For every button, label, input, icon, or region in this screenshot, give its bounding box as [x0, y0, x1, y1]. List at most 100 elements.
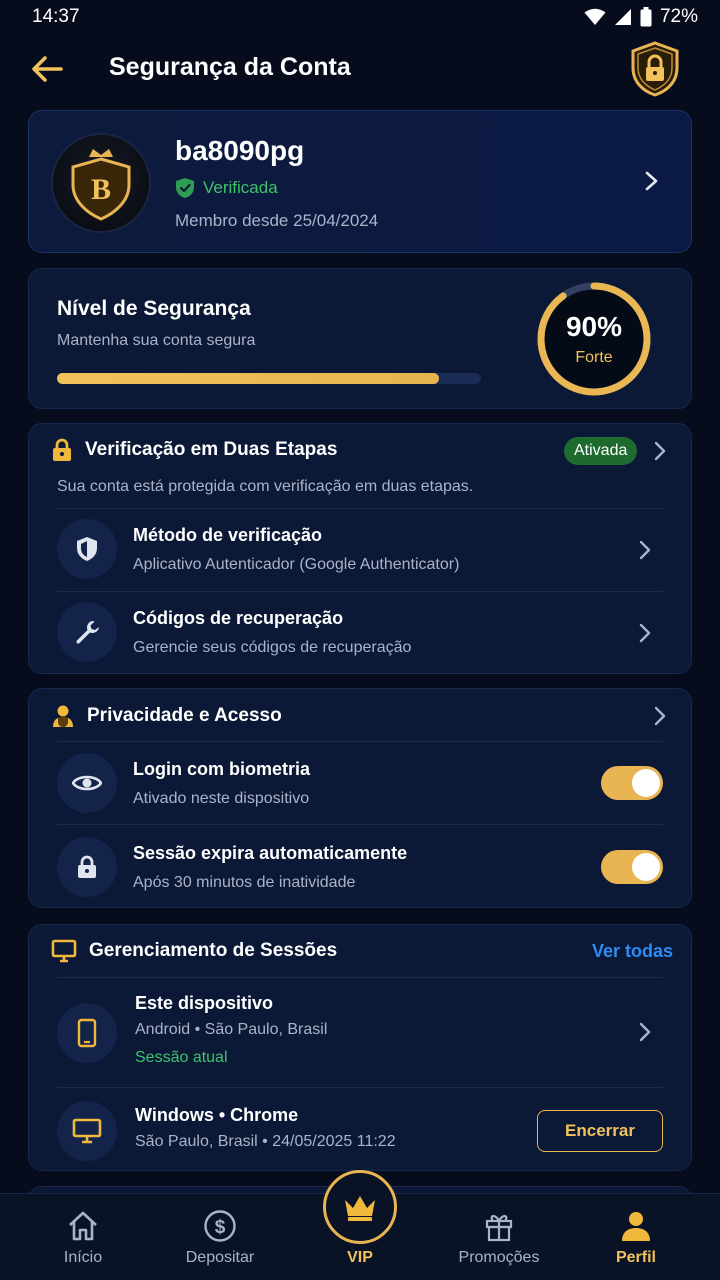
svg-text:$: $	[215, 1217, 226, 1238]
divider	[57, 977, 663, 978]
divider	[57, 824, 663, 825]
monitor-icon	[51, 939, 77, 963]
row-title: Sessão expira automaticamente	[133, 843, 408, 863]
sessions-card: Gerenciamento de Sessões Ver todas Este …	[28, 924, 692, 1171]
see-all-link[interactable]: Ver todas	[592, 941, 673, 962]
row-subtitle: Gerencie seus códigos de recuperação	[133, 639, 412, 656]
nav-item-deposit[interactable]: $ Depositar	[160, 1194, 280, 1280]
security-level-card: Nível de Segurança Mantenha sua conta se…	[28, 268, 692, 409]
row-icon-wrap	[57, 837, 117, 897]
nav-item-vip[interactable]	[323, 1170, 397, 1244]
dollar-icon: $	[204, 1210, 236, 1242]
two-factor-header[interactable]: Verificação em Duas Etapas	[51, 438, 337, 462]
divider	[57, 741, 663, 742]
user-icon	[622, 1212, 650, 1241]
nav-label: Depositar	[185, 1249, 255, 1266]
nav-item-promotions[interactable]: Promoções	[439, 1194, 559, 1280]
row-subtitle: Android • São Paulo, Brasil	[135, 1021, 328, 1038]
verified-badge: Verificada	[175, 177, 278, 199]
chevron-right-icon	[639, 623, 651, 643]
sessions-title: Gerenciamento de Sessões	[89, 940, 338, 961]
chevron-right-icon	[639, 540, 651, 560]
nav-label: Início	[63, 1249, 103, 1266]
sessions-header: Gerenciamento de Sessões	[51, 939, 337, 963]
verified-shield-icon	[176, 178, 194, 198]
chevron-right-icon	[645, 171, 658, 191]
security-progress-bar	[57, 373, 481, 384]
security-level-subtitle: Mantenha sua conta segura	[57, 332, 256, 349]
member-since: Membro desde 25/04/2024	[175, 211, 379, 230]
privacy-header[interactable]: Privacidade e Acesso	[51, 703, 282, 729]
back-arrow-icon[interactable]	[28, 50, 66, 88]
shield-lock-icon[interactable]	[628, 40, 682, 98]
security-percent: 90%	[565, 311, 623, 342]
battery-icon	[640, 7, 652, 27]
monitor-icon	[72, 1118, 102, 1144]
chevron-right-icon[interactable]	[650, 441, 670, 461]
app-header: Segurança da Conta	[0, 34, 720, 104]
row-icon-wrap	[57, 753, 117, 813]
security-level-title: Nível de Segurança	[57, 297, 251, 320]
row-icon-wrap	[57, 602, 117, 662]
row-title: Método de verificação	[133, 525, 323, 545]
security-progress-fill	[57, 373, 439, 384]
nav-label-vip[interactable]: VIP	[300, 1249, 420, 1267]
biometric-toggle[interactable]	[601, 766, 663, 800]
wifi-icon	[584, 8, 606, 25]
toggle-knob	[632, 769, 660, 797]
battery-percent: 72%	[659, 6, 698, 27]
row-title: Códigos de recuperação	[133, 608, 344, 628]
crown-icon	[345, 1196, 375, 1221]
toggle-knob	[632, 853, 660, 881]
privacy-title: Privacidade e Acesso	[87, 705, 282, 726]
avatar-letter: B	[91, 173, 111, 206]
lock-icon	[78, 855, 96, 878]
row-title: Windows • Chrome	[135, 1105, 299, 1125]
end-session-button[interactable]: Encerrar	[537, 1110, 663, 1152]
row-subtitle: Após 30 minutos de inatividade	[133, 874, 356, 891]
privacy-card: Privacidade e Acesso Login com biometria…	[28, 688, 692, 908]
two-factor-card: Verificação em Duas Etapas Ativada Sua c…	[28, 423, 692, 674]
status-bar: 14:37 72%	[0, 0, 720, 34]
divider	[57, 508, 663, 509]
crest-shield-icon: B	[71, 149, 131, 221]
row-title: Este dispositivo	[135, 993, 274, 1013]
divider	[57, 1087, 663, 1088]
current-session-label: Sessão atual	[135, 1049, 228, 1066]
profile-card[interactable]: B ba8090pg Verificada Membro desde 25/04…	[28, 110, 692, 253]
bottom-nav: Início $ Depositar VIP Promoções Perfil	[0, 1170, 720, 1280]
status-badge: Ativada	[564, 437, 638, 465]
eye-icon	[72, 775, 102, 791]
signal-icon	[614, 9, 631, 25]
username: ba8090pg	[175, 135, 305, 166]
wrench-icon	[76, 621, 99, 644]
session-timeout-toggle[interactable]	[601, 850, 663, 884]
chevron-right-icon[interactable]	[650, 706, 670, 726]
row-subtitle: Ativado neste dispositivo	[133, 790, 310, 807]
nav-item-profile[interactable]: Perfil	[576, 1194, 696, 1280]
status-time: 14:37	[32, 6, 80, 27]
nav-item-home[interactable]: Início	[23, 1194, 143, 1280]
chevron-right-icon	[639, 1022, 651, 1042]
status-icons: 72%	[584, 6, 698, 28]
row-subtitle: Aplicativo Autenticador (Google Authenti…	[133, 556, 460, 573]
nav-label: Promoções	[458, 1249, 540, 1266]
row-icon-wrap	[57, 1003, 117, 1063]
page-title: Segurança da Conta	[109, 53, 351, 81]
row-icon-wrap	[57, 1101, 117, 1161]
two-factor-description: Sua conta está protegida com verificação…	[57, 478, 474, 495]
gift-icon	[485, 1215, 513, 1242]
row-icon-wrap	[57, 519, 117, 579]
row-title: Login com biometria	[133, 759, 311, 779]
shield-half-icon	[77, 537, 97, 561]
avatar: B	[51, 133, 151, 233]
phone-icon	[77, 1018, 97, 1048]
row-subtitle: São Paulo, Brasil • 24/05/2025 11:22	[135, 1133, 396, 1150]
security-strength: Forte	[575, 349, 613, 366]
home-icon	[69, 1211, 97, 1241]
divider	[57, 591, 663, 592]
nav-label: Perfil	[615, 1249, 656, 1266]
two-factor-title: Verificação em Duas Etapas	[85, 439, 338, 460]
verified-label: Verificada	[203, 178, 278, 197]
lock-icon	[53, 438, 71, 461]
